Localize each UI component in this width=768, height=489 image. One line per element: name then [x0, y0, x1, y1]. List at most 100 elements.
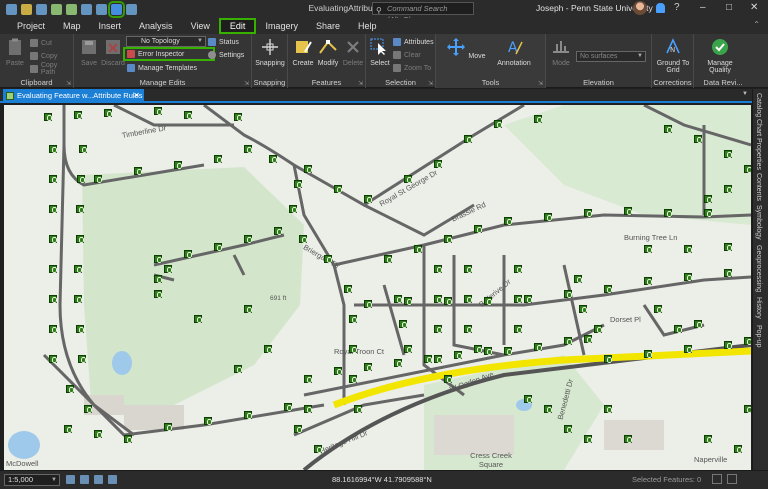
address-point-marker[interactable] [704, 195, 712, 203]
address-point-marker[interactable] [444, 297, 452, 305]
address-point-marker[interactable] [349, 375, 357, 383]
move-tool-button[interactable]: Move [446, 38, 486, 60]
address-point-marker[interactable] [644, 245, 652, 253]
grid-icon[interactable] [80, 475, 89, 484]
zoom-to-selection-button[interactable]: Zoom To [393, 63, 431, 73]
address-point-marker[interactable] [454, 351, 462, 359]
status-button[interactable]: Status [208, 37, 239, 47]
address-point-marker[interactable] [84, 405, 92, 413]
address-point-marker[interactable] [194, 315, 202, 323]
address-point-marker[interactable] [464, 265, 472, 273]
address-point-marker[interactable] [504, 217, 512, 225]
tab-edit[interactable]: Edit [218, 18, 257, 34]
address-point-marker[interactable] [674, 325, 682, 333]
address-point-marker[interactable] [344, 285, 352, 293]
zoom-in-icon[interactable] [81, 3, 92, 15]
address-point-marker[interactable] [444, 235, 452, 243]
address-point-marker[interactable] [164, 265, 172, 273]
snapping-button[interactable]: Snapping [254, 38, 286, 67]
address-point-marker[interactable] [364, 300, 372, 308]
address-point-marker[interactable] [349, 345, 357, 353]
address-point-marker[interactable] [504, 347, 512, 355]
manage-edits-launcher-icon[interactable]: ⇲ [244, 80, 249, 87]
address-point-marker[interactable] [694, 135, 702, 143]
address-point-marker[interactable] [434, 160, 442, 168]
address-point-marker[interactable] [514, 265, 522, 273]
map-scale-dropdown[interactable]: 1:5,000 ▼ [4, 474, 60, 486]
address-point-marker[interactable] [64, 425, 72, 433]
address-point-marker[interactable] [74, 295, 82, 303]
address-point-marker[interactable] [66, 385, 74, 393]
address-point-marker[interactable] [49, 265, 57, 273]
collapse-ribbon-icon[interactable]: ⌃ [753, 20, 760, 29]
address-point-marker[interactable] [434, 295, 442, 303]
address-point-marker[interactable] [49, 355, 57, 363]
clipboard-launcher-icon[interactable]: ⇲ [66, 80, 71, 87]
paste-button[interactable]: Paste [3, 38, 27, 67]
dock-catalog[interactable]: Catalog [755, 93, 762, 117]
dock-popup[interactable]: Pop-up [755, 325, 762, 348]
address-point-marker[interactable] [124, 435, 132, 443]
address-point-marker[interactable] [579, 305, 587, 313]
address-point-marker[interactable] [74, 111, 82, 119]
address-point-marker[interactable] [604, 405, 612, 413]
address-point-marker[interactable] [349, 315, 357, 323]
address-point-marker[interactable] [384, 255, 392, 263]
address-point-marker[interactable] [584, 209, 592, 217]
minimize-button[interactable]: – [700, 2, 706, 13]
address-point-marker[interactable] [154, 275, 162, 283]
zoom-out-icon[interactable] [96, 3, 107, 15]
address-point-marker[interactable] [724, 243, 732, 251]
address-point-marker[interactable] [464, 295, 472, 303]
address-point-marker[interactable] [434, 265, 442, 273]
address-point-marker[interactable] [314, 445, 322, 453]
address-point-marker[interactable] [244, 235, 252, 243]
copy-button[interactable]: Copy [30, 51, 57, 61]
map-view[interactable]: Timberline Dr Royal St George Dr Brierga… [4, 105, 751, 470]
settings-button[interactable]: Settings [208, 50, 244, 60]
address-point-marker[interactable] [604, 285, 612, 293]
pause-drawing-icon[interactable] [712, 474, 722, 484]
address-point-marker[interactable] [76, 235, 84, 243]
topology-dropdown[interactable]: No Topology ▼ [126, 36, 206, 47]
address-point-marker[interactable] [584, 335, 592, 343]
tab-map[interactable]: Map [54, 18, 90, 34]
address-point-marker[interactable] [394, 295, 402, 303]
redo-icon[interactable] [66, 3, 77, 15]
address-point-marker[interactable] [164, 423, 172, 431]
address-point-marker[interactable] [289, 205, 297, 213]
dock-chart-properties[interactable]: Chart Properties [755, 119, 762, 170]
address-point-marker[interactable] [604, 355, 612, 363]
tab-analysis[interactable]: Analysis [130, 18, 182, 34]
close-button[interactable]: ✕ [750, 2, 758, 13]
tab-project[interactable]: Project [8, 18, 54, 34]
dock-contents[interactable]: Contents [755, 173, 762, 201]
map-document-tab[interactable]: Evaluating Feature w...Attribute Rules ✕ [3, 89, 144, 103]
address-point-marker[interactable] [234, 113, 242, 121]
command-search-input[interactable]: ⚲ Command Search (Alt+Q) [372, 2, 474, 24]
address-point-marker[interactable] [704, 209, 712, 217]
address-point-marker[interactable] [154, 290, 162, 298]
address-point-marker[interactable] [424, 355, 432, 363]
address-point-marker[interactable] [274, 227, 282, 235]
address-point-marker[interactable] [404, 297, 412, 305]
dock-history[interactable]: History [755, 297, 762, 319]
address-point-marker[interactable] [464, 135, 472, 143]
select-button[interactable]: Select [369, 38, 391, 67]
refresh-icon[interactable] [727, 474, 737, 484]
address-point-marker[interactable] [444, 375, 452, 383]
error-inspector-button[interactable]: Error Inspector [123, 47, 215, 61]
address-point-marker[interactable] [724, 185, 732, 193]
clear-selection-button[interactable]: Clear [393, 50, 421, 60]
address-point-marker[interactable] [744, 405, 751, 413]
address-point-marker[interactable] [284, 403, 292, 411]
modify-button[interactable]: Modify [316, 38, 340, 67]
address-point-marker[interactable] [624, 435, 632, 443]
explore-navigate-icon[interactable] [108, 0, 125, 18]
address-point-marker[interactable] [434, 355, 442, 363]
address-point-marker[interactable] [534, 115, 542, 123]
address-point-marker[interactable] [364, 195, 372, 203]
address-point-marker[interactable] [76, 205, 84, 213]
navigator-icon[interactable] [94, 475, 103, 484]
tab-share[interactable]: Share [307, 18, 349, 34]
